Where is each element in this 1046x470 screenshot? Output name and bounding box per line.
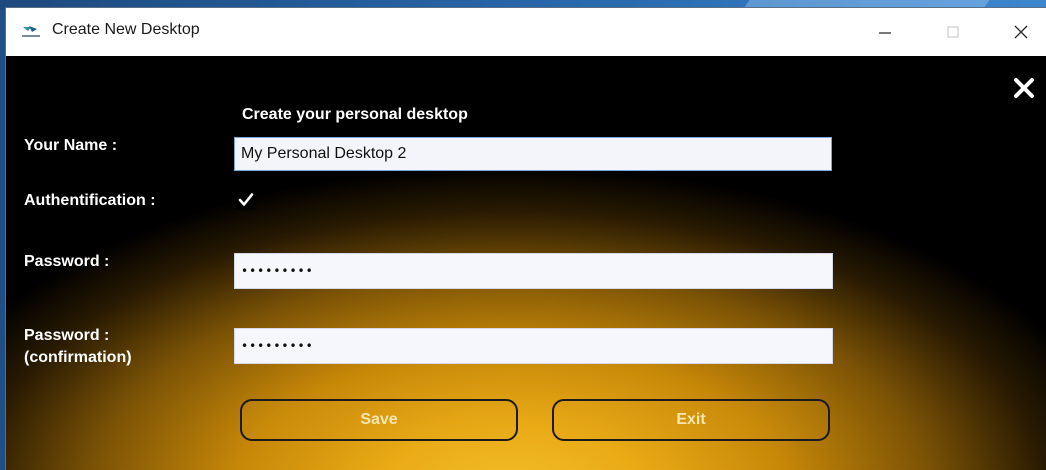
save-button[interactable]: Save: [240, 399, 518, 441]
maximize-icon: [946, 25, 960, 39]
window-title: Create New Desktop: [52, 21, 200, 38]
authentication-checkbox[interactable]: [236, 190, 256, 214]
password-confirmation-masked-value: •••••••••: [241, 339, 314, 353]
close-x-icon: [1013, 77, 1035, 103]
password-confirmation-input[interactable]: •••••••••: [234, 328, 833, 364]
close-button[interactable]: [997, 8, 1045, 56]
minimize-icon: [878, 25, 892, 39]
password-confirmation-label-line2: (confirmation): [24, 349, 132, 366]
minimize-button[interactable]: [861, 8, 909, 56]
password-confirmation-label: Password : (confirmation): [24, 325, 132, 369]
exit-button[interactable]: Exit: [552, 399, 830, 441]
password-input[interactable]: •••••••••: [234, 253, 833, 289]
name-input[interactable]: [234, 137, 832, 171]
maximize-button[interactable]: [929, 8, 977, 56]
password-label: Password :: [24, 253, 110, 270]
title-bar[interactable]: Create New Desktop: [6, 8, 1046, 56]
dialog-client-area: Create your personal desktop Your Name :…: [6, 56, 1046, 470]
app-logo-icon: [20, 23, 42, 39]
checkmark-icon: [236, 190, 256, 214]
create-desktop-window: Create New Desktop Create your personal …: [6, 8, 1046, 470]
dialog-close-button[interactable]: [1010, 76, 1038, 104]
authentication-label: Authentification :: [24, 192, 156, 209]
form-heading: Create your personal desktop: [242, 106, 468, 123]
password-confirmation-label-line1: Password :: [24, 327, 110, 344]
password-masked-value: •••••••••: [241, 264, 314, 278]
close-icon: [1013, 24, 1029, 40]
name-label: Your Name :: [24, 137, 118, 154]
